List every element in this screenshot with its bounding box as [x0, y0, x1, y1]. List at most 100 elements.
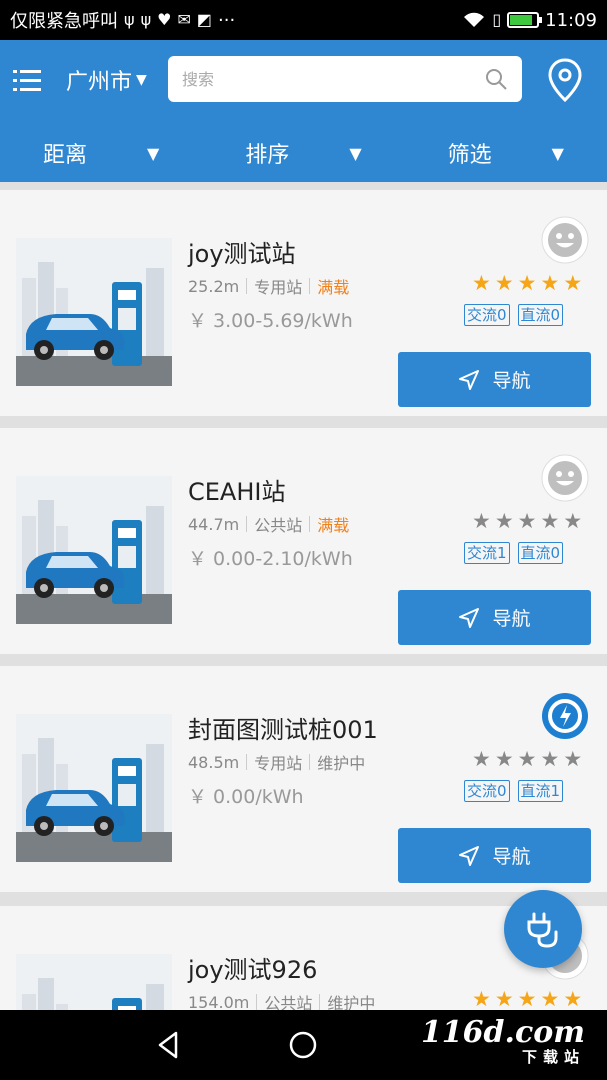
- divider: [309, 754, 311, 770]
- station-name: 封面图测试桩001: [188, 716, 378, 744]
- navigate-button[interactable]: 导航: [398, 352, 591, 407]
- station-name: CEAHI站: [188, 478, 286, 506]
- battery-level: [510, 15, 532, 25]
- navigate-button[interactable]: 导航: [398, 590, 591, 645]
- health-icon: ♥: [157, 10, 172, 29]
- dc-connector-tag: 直流0: [517, 542, 564, 564]
- plug-icon: [527, 912, 558, 948]
- status-bar: 仅限紧急呼叫 ψ ψ ♥ ✉ ◩ ··· ▯ 11:09: [0, 0, 607, 40]
- navigate-label: 导航: [492, 846, 531, 868]
- divider: [256, 994, 258, 1010]
- dc-connector-tag: 直流1: [517, 780, 564, 802]
- station-price: ￥ 3.00-5.69/kWh: [188, 310, 353, 332]
- star-icon: ★: [517, 509, 537, 533]
- navigation-arrow-icon: [459, 845, 480, 866]
- city-selector[interactable]: 广州市 ▼: [66, 64, 147, 96]
- ac-connector-tag: 交流1: [464, 542, 510, 564]
- list-menu-icon[interactable]: [12, 66, 42, 96]
- station-type: 专用站: [254, 754, 303, 773]
- app-notification-icon: ◩: [196, 10, 212, 29]
- wifi-icon: [464, 12, 485, 27]
- app-header: 广州市 ▼ 距离 ▼ 排序 ▼ 筛选 ▼: [0, 40, 607, 182]
- battery-icon: [507, 12, 543, 28]
- star-icon: ★: [563, 271, 583, 295]
- triangle-down-icon: ▼: [136, 72, 147, 88]
- search-box[interactable]: [168, 56, 522, 102]
- station-meta: 154.0m 公共站 维护中: [188, 990, 375, 1010]
- rating-stars: ★ ★ ★ ★ ★: [472, 272, 592, 294]
- station-type: 公共站: [264, 994, 313, 1010]
- station-distance: 25.2m: [188, 276, 240, 296]
- divider: [319, 994, 321, 1010]
- star-icon: ★: [472, 987, 491, 1010]
- rating-stars: ★ ★ ★ ★ ★: [472, 988, 592, 1010]
- city-label: 广州市: [66, 70, 133, 95]
- star-icon: ★: [494, 747, 514, 771]
- station-distance: 48.5m: [188, 752, 240, 772]
- dc-connector-tag: 直流0: [517, 304, 564, 326]
- station-card[interactable]: joy测试站 25.2m 专用站 满载 ￥ 3.00-5.69/kWh ★ ★ ★ ★…: [0, 190, 607, 416]
- star-icon: ★: [540, 987, 560, 1010]
- divider: [309, 516, 311, 532]
- filter-screen[interactable]: 筛选 ▼: [405, 128, 607, 178]
- star-icon: ★: [540, 509, 560, 533]
- station-distance: 154.0m: [188, 992, 250, 1011]
- station-status: 维护中: [327, 994, 376, 1010]
- operator-smiley-logo: [541, 216, 589, 264]
- filter-sort[interactable]: 排序 ▼: [202, 128, 404, 178]
- triangle-down-icon: ▼: [349, 143, 362, 163]
- station-status: 满载: [317, 516, 350, 535]
- station-name: joy测试926: [188, 956, 318, 984]
- system-navigation-bar: 116d.com 下载站: [0, 1010, 607, 1080]
- star-icon: ★: [494, 271, 514, 295]
- watermark-sub: 下载站: [521, 1048, 585, 1066]
- ac-connector-tag: 交流0: [464, 304, 510, 326]
- station-card[interactable]: CEAHI站 44.7m 公共站 满载 ￥ 0.00-2.10/kWh ★ ★ ★ ★…: [0, 428, 607, 654]
- station-price: ￥ 0.00/kWh: [188, 786, 304, 808]
- rating-stars: ★ ★ ★ ★ ★: [472, 748, 592, 770]
- triangle-down-icon: ▼: [147, 143, 160, 163]
- station-status: 满载: [317, 278, 350, 297]
- search-input[interactable]: [182, 69, 484, 89]
- filter-label: 排序: [245, 143, 290, 168]
- site-watermark: 116d.com 下载站: [421, 1018, 585, 1067]
- star-icon: ★: [563, 509, 583, 533]
- station-meta: 44.7m 公共站 满载: [188, 512, 349, 536]
- charging-plug-fab[interactable]: [504, 890, 582, 968]
- status-left: 仅限紧急呼叫 ψ ψ ♥ ✉ ◩ ···: [10, 7, 235, 33]
- station-list[interactable]: joy测试站 25.2m 专用站 满载 ￥ 3.00-5.69/kWh ★ ★ ★ ★…: [0, 182, 607, 1010]
- usb-debug-icon: ψ: [140, 10, 152, 29]
- star-icon: ★: [472, 747, 491, 771]
- star-icon: ★: [494, 509, 514, 533]
- divider: [246, 516, 248, 532]
- status-right: ▯ 11:09: [462, 10, 597, 31]
- sim-alert-icon: ▯: [492, 10, 502, 29]
- station-type: 公共站: [254, 516, 303, 535]
- navigate-label: 导航: [492, 608, 531, 630]
- filter-label: 筛选: [447, 143, 492, 168]
- filter-label: 距离: [43, 143, 88, 168]
- navigate-button[interactable]: 导航: [398, 828, 591, 883]
- filter-distance[interactable]: 距离 ▼: [0, 128, 202, 178]
- divider: [246, 278, 248, 294]
- home-icon[interactable]: [288, 1030, 318, 1060]
- navigation-arrow-icon: [459, 369, 480, 390]
- divider: [309, 278, 311, 294]
- station-thumbnail: [16, 238, 172, 386]
- station-card[interactable]: 封面图测试桩001 48.5m 专用站 维护中 ￥ 0.00/kWh ★ ★ ★ ★ ★…: [0, 666, 607, 892]
- operator-blue-swirl-logo: [542, 693, 588, 739]
- star-icon: ★: [563, 747, 583, 771]
- station-status: 维护中: [317, 754, 366, 773]
- star-icon: ★: [517, 747, 537, 771]
- operator-smiley-logo: [541, 454, 589, 502]
- station-meta: 48.5m 专用站 维护中: [188, 750, 365, 774]
- triangle-down-icon: ▼: [551, 143, 564, 163]
- location-pin-icon[interactable]: [546, 58, 584, 102]
- back-icon[interactable]: [154, 1030, 184, 1060]
- station-price: ￥ 0.00-2.10/kWh: [188, 548, 353, 570]
- navigation-arrow-icon: [459, 607, 480, 628]
- star-icon: ★: [472, 271, 491, 295]
- station-type: 专用站: [254, 278, 303, 297]
- star-icon: ★: [563, 987, 583, 1010]
- search-icon[interactable]: [484, 67, 508, 91]
